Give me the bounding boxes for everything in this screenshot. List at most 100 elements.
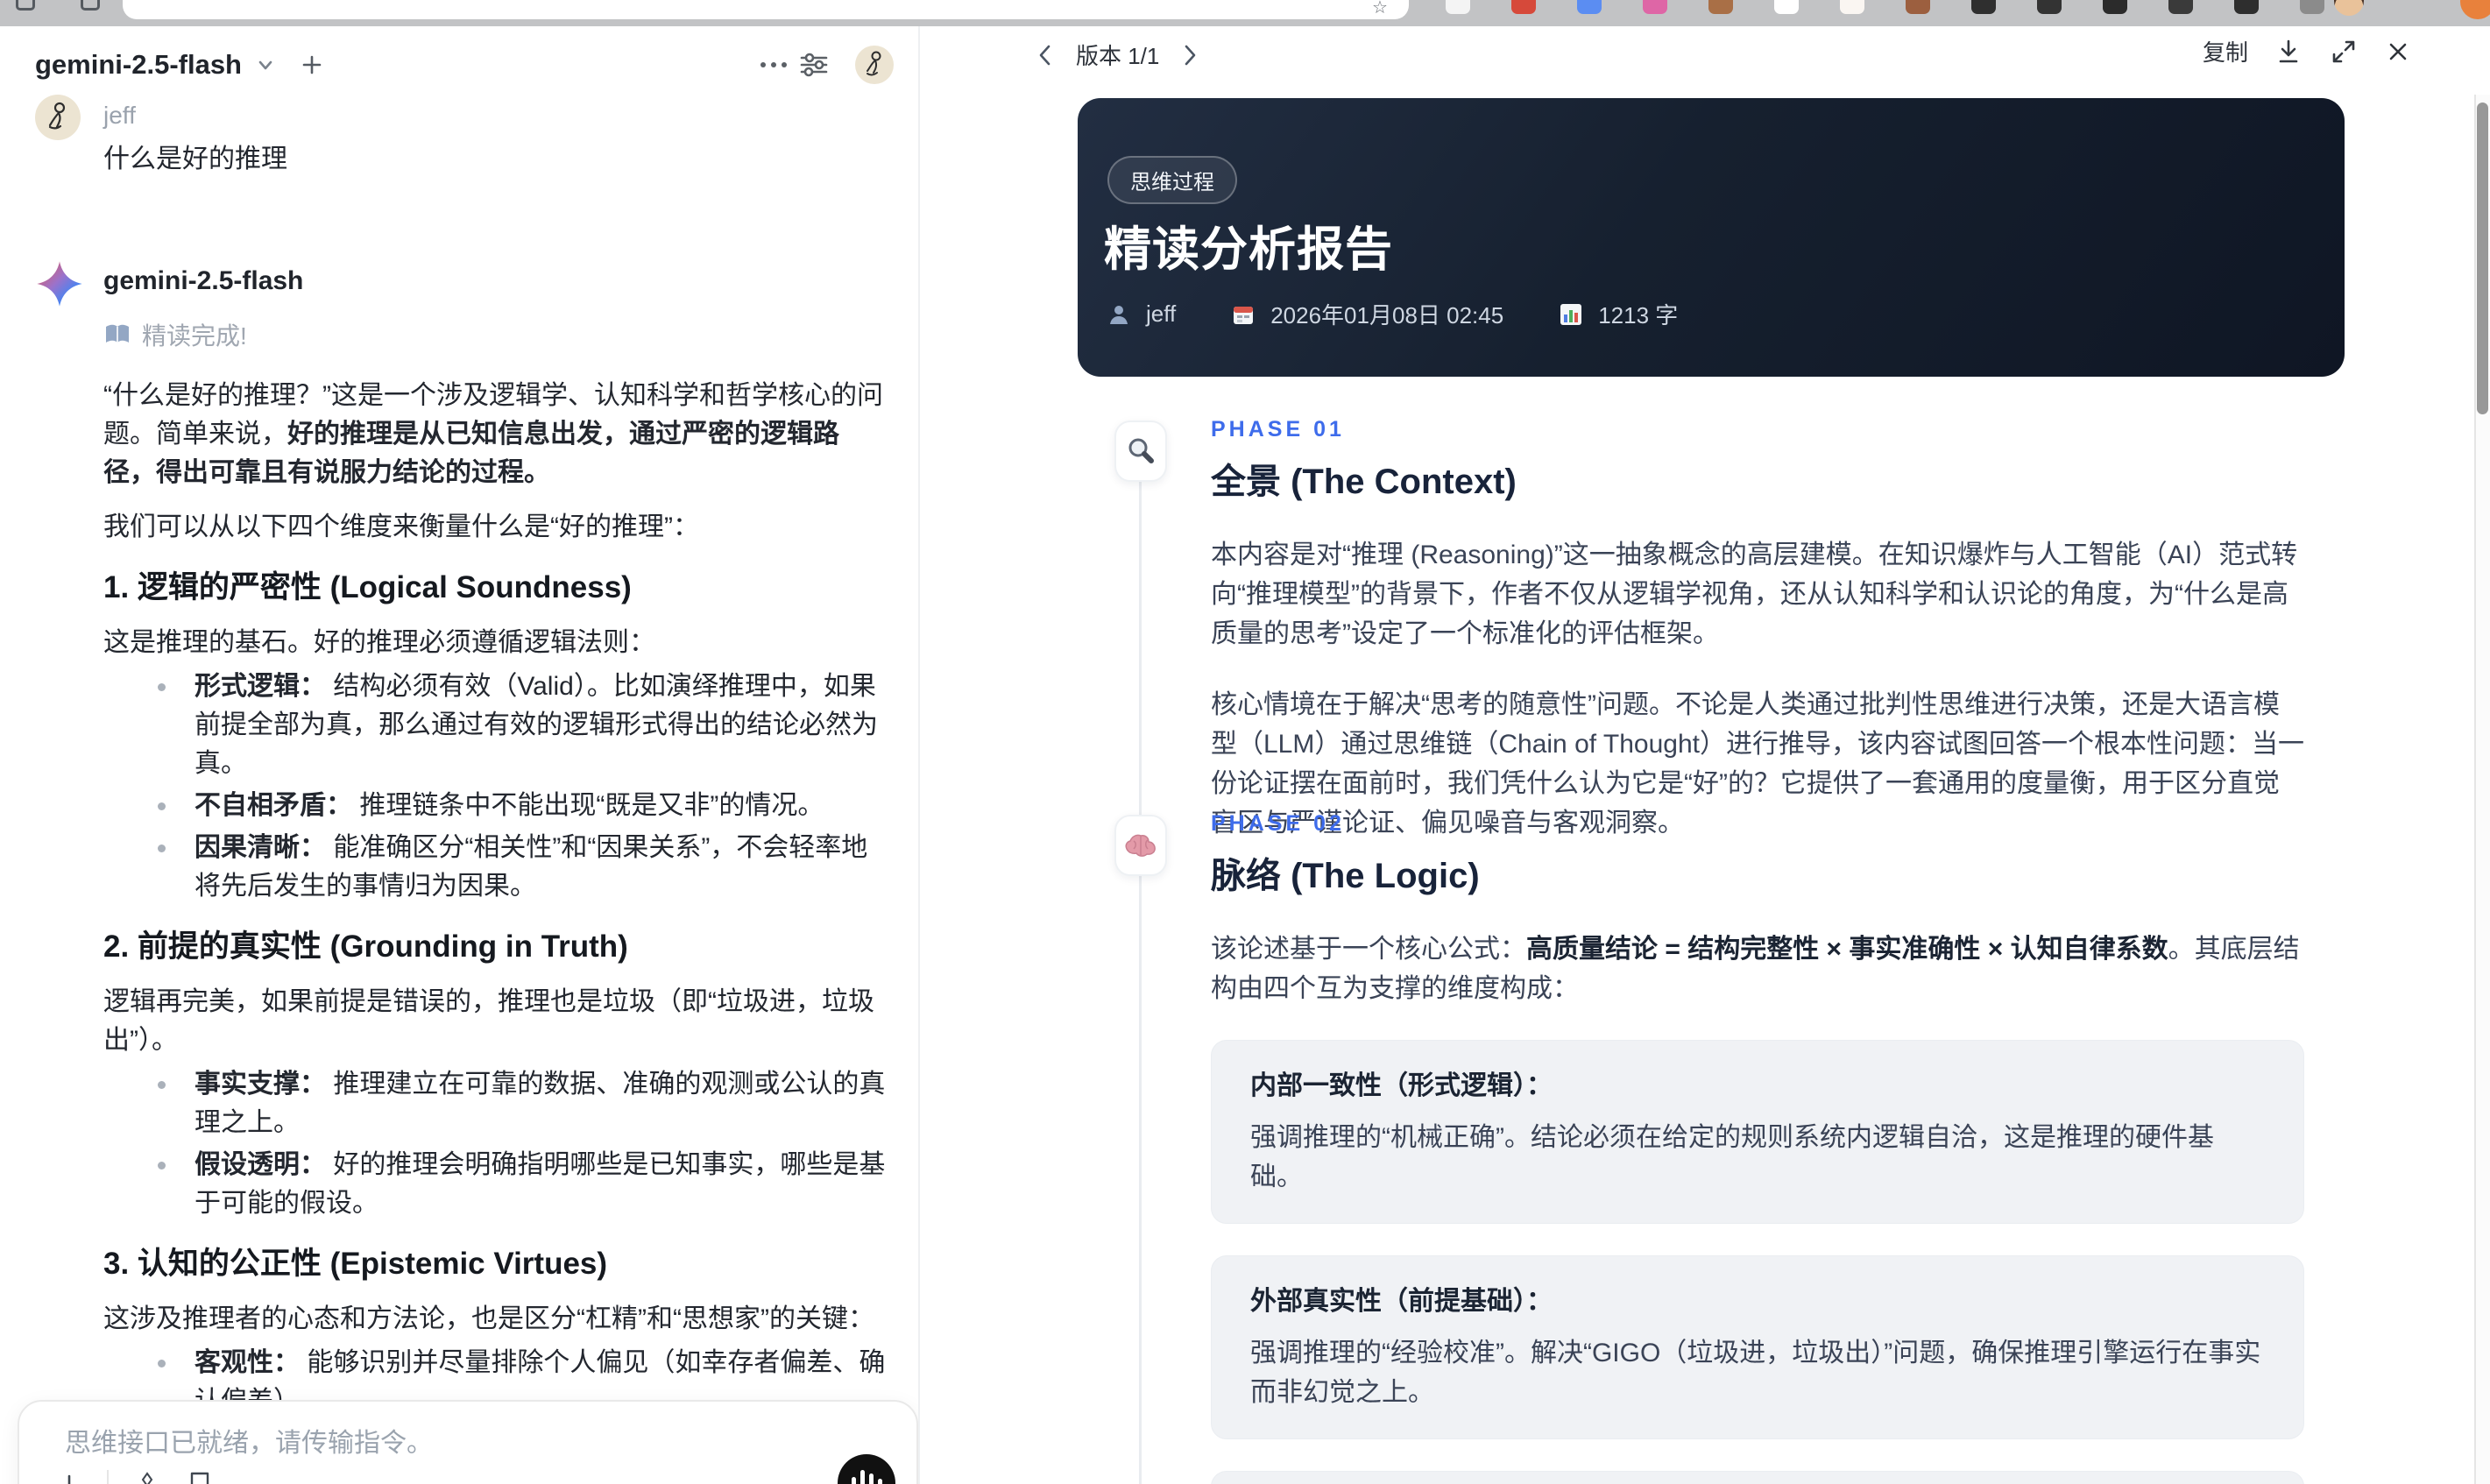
chat-header: gemini-2.5-flash <box>35 40 894 89</box>
close-icon[interactable] <box>2385 39 2411 65</box>
composer-input[interactable]: 思维接口已就绪，请传输指令。 <box>65 1421 881 1459</box>
extension-icon[interactable] <box>2168 0 2193 14</box>
section-lead-1: 这是推理的基石。好的推理必须遵循逻辑法则： <box>103 628 655 657</box>
address-bar[interactable] <box>123 0 1409 19</box>
list-item: 形式逻辑： 结构必须有效（Valid）。比如演绎推理中，如果前提全部为真，那么通… <box>103 668 889 783</box>
gemini-star-icon <box>35 259 103 308</box>
assistant-name: gemini-2.5-flash <box>103 266 304 295</box>
skills-sparkle-icon[interactable] <box>131 1471 163 1484</box>
extension-icon[interactable] <box>2234 0 2259 14</box>
bullet-list: 事实支撑： 推理建立在可靠的数据、准确的观测或公认的真理之上。 假设透明： 好的… <box>103 1065 889 1223</box>
logic-card-3: 主体伦理（认识美德）： 转向推理者的心理特征。引入奥卡姆剃刀和反向论证，旨在克服… <box>1211 1471 2304 1484</box>
user-message-author: jeff <box>103 102 136 129</box>
chat-thread: jeff 什么是好的推理 gemini-2.5-flash 精读完成! “什么是… <box>35 95 889 1484</box>
user-message: jeff 什么是好的推理 <box>35 95 889 179</box>
user-message-text: 什么是好的推理 <box>103 145 287 173</box>
extension-icon[interactable] <box>1511 0 1536 14</box>
phase2-icon-card <box>1114 815 1167 876</box>
artifact-panel: 版本 1/1 复制 思维过程 精读分析报告 jeff 2026年01月08日 0… <box>918 26 2474 1484</box>
extension-icon[interactable] <box>2103 0 2127 14</box>
phase1-paragraph-1: 本内容是对“推理 (Reasoning)”这一抽象概念的高层建模。在知识爆炸与人… <box>1211 541 2298 648</box>
extension-icon[interactable] <box>1971 0 1996 14</box>
extension-icon[interactable] <box>2300 0 2324 14</box>
report-badge: 思维过程 <box>1107 156 1237 204</box>
report-date: 2026年01月08日 02:45 <box>1270 302 1504 329</box>
extension-icon[interactable] <box>2037 0 2062 14</box>
user-avatar[interactable] <box>855 46 894 84</box>
phase1-section: PHASE 01 全景 (The Context) 本内容是对“推理 (Reas… <box>1211 417 2304 843</box>
attach-plus-button[interactable] <box>54 1472 84 1484</box>
overview-paragraph: 我们可以从以下四个维度来衡量什么是“好的推理”： <box>103 512 699 541</box>
phase1-label: PHASE 01 <box>1211 417 1345 442</box>
new-chat-button[interactable] <box>300 53 324 77</box>
download-icon[interactable] <box>2274 37 2303 67</box>
brain-icon <box>1123 830 1158 860</box>
chat-panel: gemini-2.5-flash jeff 什么是好的推理 gemini-2.5… <box>0 26 918 1484</box>
expand-fullscreen-icon[interactable] <box>2329 37 2359 67</box>
section-heading-1: 1. 逻辑的严密性 (Logical Soundness) <box>103 570 632 604</box>
extension-icons-row <box>1446 0 2324 14</box>
phase1-icon-card <box>1114 420 1167 482</box>
list-item: 事实支撑： 推理建立在可靠的数据、准确的观测或公认的真理之上。 <box>103 1065 889 1142</box>
assistant-status-text: 精读完成! <box>142 322 247 350</box>
chevron-down-icon[interactable] <box>254 53 277 76</box>
phase2-intro: 该论述基于一个核心公式：高质量结论 = 结构完整性 × 事实准确性 × 认知自律… <box>1211 935 2300 1003</box>
copy-button[interactable]: 复制 <box>2203 35 2248 67</box>
assistant-message: gemini-2.5-flash 精读完成! “什么是好的推理？”这是一个涉及逻… <box>35 259 889 1484</box>
intro-paragraph: “什么是好的推理？”这是一个涉及逻辑学、认知科学和哲学核心的问题。简单来说，好的… <box>103 381 883 487</box>
version-next-button[interactable] <box>1178 42 1201 68</box>
list-item: 假设透明： 好的推理会明确指明哪些是已知事实，哪些是基于可能的假设。 <box>103 1146 889 1223</box>
version-label: 版本 1/1 <box>1076 43 1160 69</box>
extension-icon[interactable] <box>1446 0 1470 14</box>
version-prev-button[interactable] <box>1034 42 1057 68</box>
section-heading-2: 2. 前提的真实性 (Grounding in Truth) <box>103 929 628 964</box>
phase2-label: PHASE 02 <box>1211 811 1345 836</box>
browser-toolbar: ☆ <box>0 0 2490 26</box>
list-item: 不自相矛盾： 推理链条中不能出现“既是又非”的情况。 <box>103 787 889 825</box>
extension-icon[interactable] <box>1577 0 1602 14</box>
artifact-toolbar: 版本 1/1 复制 <box>920 26 2474 82</box>
section-lead-3: 这涉及推理者的心态和方法论，也是区分“杠精”和“思想家”的关键： <box>103 1304 874 1333</box>
bullet-list: 形式逻辑： 结构必须有效（Valid）。比如演绎推理中，如果前提全部为真，那么通… <box>103 668 889 906</box>
app-window: gemini-2.5-flash jeff 什么是好的推理 gemini-2.5… <box>0 26 2490 1484</box>
report-hero-card: 思维过程 精读分析报告 jeff 2026年01月08日 02:45 1213 … <box>1078 98 2345 377</box>
section-heading-3: 3. 认知的公正性 (Epistemic Virtues) <box>103 1247 608 1281</box>
extension-icon[interactable] <box>1708 0 1733 14</box>
composer-divider <box>107 1470 109 1484</box>
bookmark-star-icon[interactable]: ☆ <box>1372 0 1388 18</box>
bar-chart-icon <box>1560 303 1582 326</box>
phase1-title: 全景 (The Context) <box>1211 463 1517 501</box>
list-item: 因果清晰： 能准确区分“相关性”和“因果关系”，不会轻率地将先后发生的事情归为因… <box>103 829 889 906</box>
report-title: 精读分析报告 <box>1104 223 1393 276</box>
section-lead-2: 逻辑再完美，如果前提是错误的，推理也是垃圾（即“垃圾进，垃圾出”）。 <box>103 987 874 1055</box>
extension-icon[interactable] <box>1906 0 1930 14</box>
extension-icon[interactable] <box>1643 0 1667 14</box>
browser-nav-icon[interactable] <box>16 0 35 11</box>
report-meta: jeff 2026年01月08日 02:45 1213 字 <box>1107 298 1678 330</box>
assistant-status: 精读完成! <box>103 317 889 352</box>
extension-icon[interactable] <box>1840 0 1864 14</box>
page-scrollbar-thumb[interactable] <box>2477 102 2488 414</box>
extension-icon[interactable] <box>1774 0 1799 14</box>
assistant-content: “什么是好的推理？”这是一个涉及逻辑学、认知科学和哲学核心的问题。简单来说，好的… <box>103 377 889 1484</box>
phase2-section: PHASE 02 脉络 (The Logic) 该论述基于一个核心公式：高质量结… <box>1211 811 2304 1484</box>
user-message-avatar <box>35 95 81 140</box>
magnifier-icon <box>1124 435 1157 468</box>
phase2-title: 脉络 (The Logic) <box>1211 857 1480 895</box>
report-author: jeff <box>1146 300 1177 327</box>
browser-profile-avatar[interactable] <box>2334 0 2364 16</box>
report-word-count: 1213 字 <box>1598 302 1679 329</box>
model-selector[interactable]: gemini-2.5-flash <box>35 49 242 81</box>
browser-nav-icon[interactable] <box>81 0 100 11</box>
settings-sliders-icon[interactable] <box>794 45 834 85</box>
logic-card-1: 内部一致性（形式逻辑）： 强调推理的“机械正确”。结论必须在给定的规则系统内逻辑… <box>1211 1040 2304 1224</box>
more-options-button[interactable] <box>753 45 794 85</box>
browser-corner-icon[interactable] <box>2460 0 2490 19</box>
calendar-icon <box>1232 303 1255 326</box>
person-icon <box>1107 303 1130 326</box>
bookmark-icon[interactable] <box>186 1471 214 1484</box>
book-icon <box>103 322 131 347</box>
logic-card-2: 外部真实性（前提基础）： 强调推理的“经验校准”。解决“GIGO（垃圾进，垃圾出… <box>1211 1255 2304 1439</box>
message-composer: 思维接口已就绪，请传输指令。 <box>18 1400 918 1484</box>
phase-timeline-line <box>1139 482 1142 1484</box>
